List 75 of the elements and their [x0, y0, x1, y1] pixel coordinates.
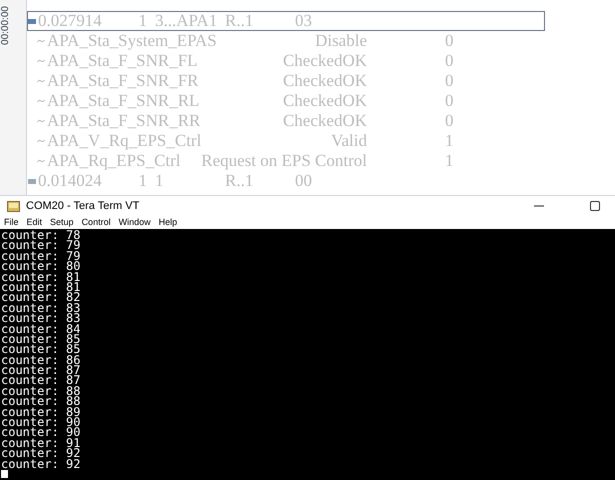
tilde-icon — [37, 79, 45, 83]
tilde-icon — [37, 99, 45, 103]
app-icon — [7, 200, 20, 212]
terminal-line: counter: 79 — [1, 240, 82, 251]
tilde-icon — [37, 159, 45, 163]
signal-raw-value: 1 — [445, 130, 454, 152]
terminal-line: counter: 92 — [1, 448, 82, 459]
signal-raw-value: 0 — [445, 50, 454, 72]
signal-name: APA_V_Rq_EPS_Ctrl — [47, 131, 202, 150]
signal-value: Disable — [315, 30, 367, 52]
menu-item[interactable]: Window — [118, 216, 151, 230]
table-cell-text: 3...APA1 — [155, 10, 218, 32]
signal-name: APA_Sta_F_SNR_FL — [47, 51, 198, 70]
signal-raw-value: 1 — [445, 150, 454, 172]
signal-name: APA_Sta_F_SNR_RR — [47, 111, 200, 130]
signal-value: CheckedOK — [282, 90, 367, 112]
terminal-line: counter: 88 — [1, 386, 82, 396]
terminal-line: counter: 85 — [1, 334, 82, 344]
table-cell-text: 03 — [295, 10, 313, 32]
tilde-icon — [37, 139, 45, 143]
signal-name: APA_Sta_F_SNR_RL — [47, 91, 200, 110]
window-title: COM20 - Tera Term VT — [26, 198, 140, 214]
signal-name: APA_Sta_System_EPAS — [47, 31, 217, 50]
terminal-line: counter: 83 — [1, 302, 82, 314]
signal-value: CheckedOK — [282, 110, 367, 132]
terminal-line: counter: 85 — [1, 344, 82, 355]
cursor — [1, 470, 8, 478]
terminal-line: counter: 81 — [1, 272, 82, 282]
terminal-line: counter: 87 — [1, 365, 82, 376]
menu-item[interactable]: File — [4, 216, 19, 230]
terminal-line: counter: 86 — [1, 354, 82, 366]
signal-name: APA_Rq_EPS_Ctrl — [47, 151, 181, 170]
signal-name: APA_Sta_F_SNR_FR — [47, 71, 198, 90]
terminal-line: counter: 78 — [1, 230, 82, 240]
time-axis-label: 00:00:00 — [0, 6, 12, 45]
table-cell-text: 0.014024 — [38, 170, 103, 192]
terminal-line: counter: 91 — [1, 438, 82, 448]
terminal-screen[interactable] — [0, 229, 615, 480]
terminal-line: counter: 87 — [1, 375, 82, 386]
menu-item[interactable]: Setup — [50, 216, 74, 230]
signal-value: Request on EPS Control — [201, 150, 367, 172]
terminal-line: counter: 81 — [1, 282, 82, 292]
table-cell-text: 00 — [295, 170, 313, 192]
terminal-line: counter: 80 — [1, 261, 82, 272]
table-cell-text: R..1 — [225, 170, 254, 192]
terminal-line: counter: 90 — [1, 427, 82, 438]
menu-item[interactable]: Help — [158, 216, 178, 230]
table-cell-text: 1 — [138, 10, 148, 32]
terminal-line: counter: 84 — [1, 324, 82, 334]
table-cell-text: 1 — [155, 170, 164, 192]
terminal-line: counter: 82 — [1, 292, 82, 303]
terminal-line: counter: 83 — [1, 313, 82, 324]
table-cell-text: R..1 — [225, 10, 254, 32]
table-cell-text: 1 — [138, 170, 148, 192]
menu-item[interactable]: Control — [82, 216, 111, 230]
maximize-icon[interactable] — [590, 201, 600, 211]
terminal-line: counter: 90 — [1, 417, 82, 428]
message-icon — [28, 178, 36, 184]
signal-raw-value: 0 — [445, 90, 454, 112]
signal-raw-value: 0 — [445, 110, 454, 132]
terminal-line: counter: 79 — [1, 250, 82, 262]
terminal-line: counter: 88 — [1, 396, 82, 407]
terminal-line: counter: 89 — [1, 406, 82, 418]
signal-raw-value: 0 — [445, 70, 454, 92]
signal-value: Valid — [331, 130, 367, 152]
tilde-icon — [37, 59, 45, 63]
signal-raw-value: 0 — [445, 30, 454, 52]
signal-value: CheckedOK — [282, 70, 367, 92]
message-icon — [28, 18, 36, 24]
table-cell-text: 0.027914 — [38, 10, 103, 32]
tilde-icon — [37, 39, 45, 43]
signal-value: CheckedOK — [282, 50, 367, 72]
terminal-line: counter: 92 — [1, 458, 82, 469]
tilde-icon — [37, 119, 45, 123]
menu-item[interactable]: Edit — [26, 216, 42, 230]
